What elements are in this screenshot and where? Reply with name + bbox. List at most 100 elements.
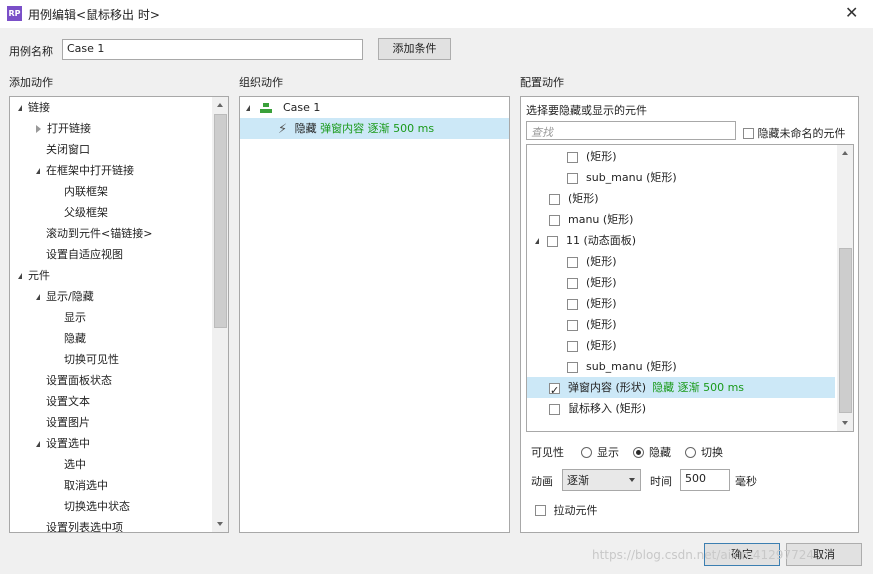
scroll-thumb[interactable] (214, 114, 227, 328)
visibility-radio-group: 显示 隐藏 切换 (581, 444, 737, 460)
add-condition-button[interactable]: 添加条件 (378, 38, 451, 60)
widget-tree-row[interactable]: (矩形) (527, 293, 835, 314)
action-tree-item[interactable]: 链接 (18, 97, 50, 118)
widget-tree-row[interactable]: (矩形) (527, 251, 835, 272)
widget-checkbox[interactable] (567, 172, 578, 184)
widget-checkbox[interactable] (549, 380, 560, 401)
expand-icon[interactable] (36, 441, 40, 447)
visibility-option[interactable]: 切换 (685, 445, 723, 459)
radio-button[interactable] (581, 446, 592, 458)
action-tree-item[interactable]: 滚动到元件<锚链接> (36, 223, 152, 244)
action-tree-item[interactable]: 内联框架 (54, 181, 108, 202)
action-tree-item[interactable]: 切换选中状态 (54, 496, 130, 517)
search-input[interactable]: 查找 (526, 121, 736, 140)
time-label: 时间 (650, 475, 672, 488)
widget-tree-row[interactable]: 11 (动态面板) (527, 230, 835, 251)
lightning-icon: ⚡ (278, 121, 288, 137)
expand-icon[interactable] (36, 168, 40, 174)
widget-tree-row[interactable]: sub_manu (矩形) (527, 356, 835, 377)
action-tree-item[interactable]: 在框架中打开链接 (36, 160, 134, 181)
case-node[interactable]: Case 1 (246, 97, 320, 118)
time-unit-label: 毫秒 (735, 475, 757, 488)
action-tree-item[interactable]: 设置选中 (36, 433, 90, 454)
scroll-thumb[interactable] (839, 248, 852, 413)
widget-label: (矩形) (568, 192, 599, 205)
scroll-up-icon[interactable] (842, 151, 848, 155)
action-tree-label: 显示/隐藏 (46, 290, 94, 303)
widget-tree-row[interactable]: manu (矩形) (527, 209, 835, 230)
collapse-icon[interactable] (36, 125, 41, 133)
radio-button[interactable] (633, 446, 644, 458)
widget-checkbox[interactable] (567, 151, 578, 163)
expand-icon[interactable] (18, 105, 22, 111)
organize-action-panel: Case 1 ⚡ 隐藏 弹窗内容 逐渐 500 ms (239, 96, 510, 533)
action-tree-label: 内联框架 (64, 185, 108, 198)
drag-widgets-option[interactable]: 拉动元件 (535, 502, 598, 518)
action-tree-label: 在框架中打开链接 (46, 164, 134, 177)
action-tree-item[interactable]: 切换可见性 (54, 349, 119, 370)
widget-tree-row[interactable]: (矩形) (527, 188, 835, 209)
action-tree-item[interactable]: 选中 (54, 454, 86, 475)
widget-checkbox[interactable] (567, 256, 578, 268)
widget-checkbox[interactable] (567, 319, 578, 331)
action-tree-item[interactable]: 打开链接 (36, 118, 91, 139)
widget-tree-scrollbar[interactable] (837, 145, 853, 431)
action-tree-scrollbar[interactable] (212, 97, 228, 532)
action-tree-item[interactable]: 设置文本 (36, 391, 90, 412)
hide-unnamed-label: 隐藏未命名的元件 (757, 127, 846, 140)
expand-icon[interactable] (246, 105, 250, 111)
drag-widgets-checkbox[interactable] (535, 504, 546, 516)
expand-icon[interactable] (535, 238, 539, 244)
action-tree-label: 切换可见性 (64, 353, 119, 366)
action-tree-label: 设置列表选中项 (46, 521, 123, 533)
action-row[interactable]: ⚡ 隐藏 弹窗内容 逐渐 500 ms (240, 118, 509, 139)
widget-label: 11 (动态面板) (566, 234, 637, 247)
action-tree-item[interactable]: 隐藏 (54, 328, 86, 349)
widget-checkbox[interactable] (567, 340, 578, 352)
widget-tree-row[interactable]: sub_manu (矩形) (527, 167, 835, 188)
action-tree-label: 设置选中 (46, 437, 90, 450)
widget-tree-row[interactable]: (矩形) (527, 272, 835, 293)
action-name: 隐藏 (294, 122, 317, 135)
widget-checkbox[interactable] (549, 403, 560, 415)
hide-unnamed-checkbox[interactable] (743, 127, 754, 139)
action-tree-item[interactable]: 设置列表选中项 (36, 517, 123, 533)
time-input[interactable]: 500 (680, 469, 730, 491)
radio-button[interactable] (685, 446, 696, 458)
widget-checkbox[interactable] (549, 214, 560, 226)
widget-label: (矩形) (586, 276, 617, 289)
action-tree-label: 设置文本 (46, 395, 90, 408)
action-tree-item[interactable]: 设置自适应视图 (36, 244, 123, 265)
action-tree-item[interactable]: 元件 (18, 265, 50, 286)
widget-checkbox[interactable] (547, 235, 558, 247)
action-tree-label: 设置图片 (46, 416, 90, 429)
action-tree-item[interactable]: 关闭窗口 (36, 139, 90, 160)
widget-tree-row[interactable]: 鼠标移入 (矩形) (527, 398, 835, 419)
action-tree-item[interactable]: 取消选中 (54, 475, 108, 496)
hide-unnamed-option[interactable]: 隐藏未命名的元件 (743, 125, 846, 141)
widget-checkbox[interactable] (549, 193, 560, 205)
visibility-option[interactable]: 显示 (581, 445, 619, 459)
widget-tree-row[interactable]: (矩形) (527, 335, 835, 356)
widget-tree-row[interactable]: 弹窗内容 (形状) 隐藏 逐渐 500 ms (527, 377, 835, 401)
widget-checkbox[interactable] (567, 361, 578, 373)
action-tree-item[interactable]: 父级框架 (54, 202, 108, 223)
action-tree-item[interactable]: 设置面板状态 (36, 370, 112, 391)
scroll-down-icon[interactable] (217, 522, 223, 526)
scroll-up-icon[interactable] (217, 103, 223, 107)
scroll-down-icon[interactable] (842, 421, 848, 425)
widget-checkbox[interactable] (567, 277, 578, 289)
case-name-input[interactable]: Case 1 (62, 39, 363, 60)
widget-tree-row[interactable]: (矩形) (527, 146, 835, 167)
action-tree-item[interactable]: 显示 (54, 307, 86, 328)
action-tree-item[interactable]: 设置图片 (36, 412, 90, 433)
close-icon[interactable]: ✕ (845, 3, 858, 22)
watermark: https://blog.csdn.net/aixin.41297724 (592, 548, 814, 562)
animation-select[interactable]: 逐渐 (562, 469, 641, 491)
expand-icon[interactable] (36, 294, 40, 300)
expand-icon[interactable] (18, 273, 22, 279)
action-tree-item[interactable]: 显示/隐藏 (36, 286, 94, 307)
widget-tree-row[interactable]: (矩形) (527, 314, 835, 335)
widget-checkbox[interactable] (567, 298, 578, 310)
visibility-option[interactable]: 隐藏 (633, 445, 671, 459)
